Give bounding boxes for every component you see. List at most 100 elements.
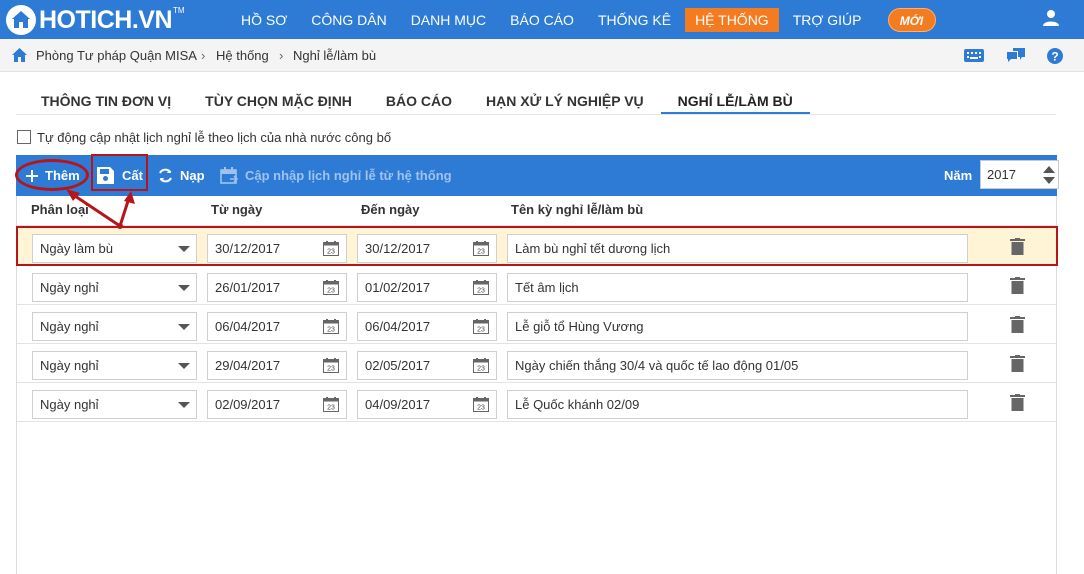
type-select[interactable]: Ngày nghỉ <box>32 390 197 419</box>
calendar-icon[interactable]: 23 <box>473 358 489 373</box>
home-icon[interactable] <box>12 48 27 65</box>
to-date-field[interactable]: 01/02/2017 23 <box>357 273 497 302</box>
menu-he-thong[interactable]: HỆ THỐNG <box>685 7 779 32</box>
main-menu: HỒ SƠ CÔNG DÂN DANH MỤC BÁO CÁO THỐNG KÊ… <box>229 0 936 39</box>
to-date-field[interactable]: 06/04/2017 23 <box>357 312 497 341</box>
holiday-name-field[interactable]: Lễ giỗ tổ Hùng Vương <box>507 312 968 341</box>
holiday-name-field[interactable]: Lễ Quốc khánh 02/09 <box>507 390 968 419</box>
breadcrumb: Phòng Tư pháp Quận MISA › Hệ thống › Ngh… <box>0 39 1084 72</box>
brand-logo[interactable]: HOTICH.VN TM <box>6 4 185 36</box>
from-date-field[interactable]: 29/04/2017 23 <box>207 351 347 380</box>
calendar-icon[interactable]: 23 <box>323 397 339 412</box>
calendar-icon[interactable]: 23 <box>473 280 489 295</box>
menu-bao-cao[interactable]: BÁO CÁO <box>498 8 586 32</box>
table-row[interactable]: Ngày nghỉ 06/04/2017 23 06/04/2017 23 Lễ… <box>17 305 1056 344</box>
refresh-icon <box>159 168 172 183</box>
reload-button-label: Nạp <box>180 168 205 183</box>
to-date-field[interactable]: 02/05/2017 23 <box>357 351 497 380</box>
menu-thong-ke[interactable]: THỐNG KÊ <box>586 8 683 32</box>
tab-nghi-le-lam-bu[interactable]: NGHỈ LỄ/LÀM BÙ <box>660 91 810 115</box>
grid-header: Phân loại Từ ngày Đến ngày Tên kỳ nghỉ l… <box>17 196 1056 226</box>
from-date-field[interactable]: 06/04/2017 23 <box>207 312 347 341</box>
tab-bao-cao[interactable]: BÁO CÁO <box>369 91 469 115</box>
auto-update-checkbox[interactable] <box>17 130 31 144</box>
tabs-divider <box>16 114 1056 115</box>
breadcrumb-system[interactable]: Hệ thống <box>216 39 269 72</box>
keyboard-icon[interactable] <box>964 49 984 65</box>
menu-tro-giup[interactable]: TRỢ GIÚP <box>781 8 874 32</box>
from-date-field[interactable]: 02/09/2017 23 <box>207 390 347 419</box>
svg-text:?: ? <box>1051 50 1058 64</box>
year-label: Năm <box>944 168 973 183</box>
table-row[interactable]: Ngày nghỉ 26/01/2017 23 01/02/2017 23 Tế… <box>17 266 1056 305</box>
help-icon[interactable]: ? <box>1047 48 1063 67</box>
calendar-icon[interactable]: 23 <box>323 358 339 373</box>
calendar-icon[interactable]: 23 <box>323 319 339 334</box>
chevron-down-icon <box>178 363 190 369</box>
trash-icon[interactable] <box>1010 355 1025 372</box>
user-icon[interactable] <box>1042 9 1060 30</box>
col-to: Đến ngày <box>361 202 420 217</box>
sync-holidays-label: Cập nhập lịch nghỉ lễ từ hệ thống <box>245 168 452 183</box>
svg-text:23: 23 <box>477 288 485 295</box>
col-from: Từ ngày <box>211 202 263 217</box>
auto-update-label: Tự động cập nhật lịch nghỉ lễ theo lịch … <box>37 129 392 145</box>
type-select[interactable]: Ngày nghỉ <box>32 351 197 380</box>
col-name: Tên kỳ nghỉ lễ/làm bù <box>511 202 644 217</box>
top-navbar: HOTICH.VN TM HỒ SƠ CÔNG DÂN DANH MỤC BÁO… <box>0 0 1084 39</box>
breadcrumb-current: Nghỉ lễ/làm bù <box>293 48 377 63</box>
svg-text:23: 23 <box>477 327 485 334</box>
svg-text:23: 23 <box>327 405 335 412</box>
annotation-rectangle <box>91 154 148 191</box>
col-type: Phân loại <box>31 202 89 217</box>
calendar-icon[interactable]: 23 <box>473 397 489 412</box>
trash-icon[interactable] <box>1010 394 1025 411</box>
holiday-name-field[interactable]: Tết âm lịch <box>507 273 968 302</box>
annotation-selected-row <box>16 226 1058 266</box>
menu-ho-so[interactable]: HỒ SƠ <box>229 8 299 32</box>
settings-tabs: THÔNG TIN ĐƠN VỊ TÙY CHỌN MẶC ĐỊNH BÁO C… <box>24 91 810 115</box>
svg-text:23: 23 <box>327 327 335 334</box>
grid-toolbar: Thêm Cất Nạp Cập nhập lịch nghỉ lễ từ hệ… <box>16 155 1057 196</box>
sync-holidays-button[interactable]: Cập nhập lịch nghỉ lễ từ hệ thống <box>220 155 452 196</box>
type-select[interactable]: Ngày nghỉ <box>32 312 197 341</box>
auto-update-option[interactable]: Tự động cập nhật lịch nghỉ lễ theo lịch … <box>17 129 391 145</box>
svg-text:23: 23 <box>477 366 485 373</box>
chat-icon[interactable] <box>1007 48 1025 67</box>
to-date-field[interactable]: 04/09/2017 23 <box>357 390 497 419</box>
new-badge[interactable]: MỚI <box>887 7 936 32</box>
type-select[interactable]: Ngày nghỉ <box>32 273 197 302</box>
calendar-icon[interactable]: 23 <box>323 280 339 295</box>
calendar-sync-icon <box>220 166 238 184</box>
annotation-ellipse <box>15 159 89 191</box>
table-row[interactable]: Ngày nghỉ 02/09/2017 23 04/09/2017 23 Lễ… <box>17 383 1056 422</box>
chevron-down-icon <box>178 285 190 291</box>
menu-cong-dan[interactable]: CÔNG DÂN <box>299 8 398 32</box>
chevron-right-icon: › <box>201 48 206 63</box>
svg-text:23: 23 <box>477 405 485 412</box>
tab-tuy-chon-mac-dinh[interactable]: TÙY CHỌN MẶC ĐỊNH <box>188 91 369 115</box>
from-date-field[interactable]: 26/01/2017 23 <box>207 273 347 302</box>
svg-text:23: 23 <box>327 366 335 373</box>
holiday-name-field[interactable]: Ngày chiến thắng 30/4 và quốc tế lao độn… <box>507 351 968 380</box>
svg-text:23: 23 <box>327 288 335 295</box>
year-value: 2017 <box>987 167 1016 182</box>
breadcrumb-org[interactable]: Phòng Tư pháp Quận MISA <box>36 39 197 72</box>
tab-han-xu-ly[interactable]: HẠN XỬ LÝ NGHIỆP VỤ <box>469 91 661 115</box>
spin-up-icon[interactable] <box>1043 166 1055 173</box>
trash-icon[interactable] <box>1010 277 1025 294</box>
tab-thong-tin-don-vi[interactable]: THÔNG TIN ĐƠN VỊ <box>24 91 188 115</box>
chevron-down-icon <box>178 402 190 408</box>
spin-down-icon[interactable] <box>1043 177 1055 184</box>
home-logo-icon <box>6 5 36 35</box>
chevron-right-icon: › <box>279 48 284 63</box>
menu-danh-muc[interactable]: DANH MỤC <box>399 8 498 32</box>
year-stepper[interactable]: 2017 <box>980 160 1059 189</box>
brand-name: HOTICH.VN <box>39 5 173 34</box>
trademark: TM <box>173 5 185 15</box>
calendar-icon[interactable]: 23 <box>473 319 489 334</box>
reload-button[interactable]: Nạp <box>158 155 205 196</box>
trash-icon[interactable] <box>1010 316 1025 333</box>
table-row[interactable]: Ngày nghỉ 29/04/2017 23 02/05/2017 23 Ng… <box>17 344 1056 383</box>
chevron-down-icon <box>178 324 190 330</box>
